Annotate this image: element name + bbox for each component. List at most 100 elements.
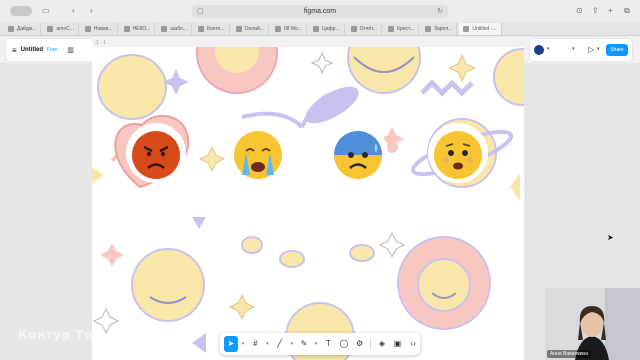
actions-tool-icon[interactable]: ⚙: [353, 336, 367, 352]
tab-label: шабл...: [170, 25, 187, 32]
tab-label: Дайдж...: [17, 25, 37, 32]
favicon-icon: [8, 25, 14, 32]
tab-5[interactable]: Конте...: [194, 22, 230, 35]
sparkle-icon: [100, 243, 124, 267]
tab-6[interactable]: Онлай...: [232, 22, 269, 35]
angry-face-emoji[interactable]: [132, 131, 180, 179]
tab-overview-icon[interactable]: ⧉: [624, 6, 630, 16]
comment-tool-icon[interactable]: ◯: [337, 336, 351, 352]
favicon-icon: [161, 25, 168, 32]
favicon-icon: [123, 25, 130, 32]
address-bar[interactable]: ▢ figma.com ↻: [192, 5, 448, 18]
chevron-down-icon[interactable]: ▾: [264, 336, 271, 352]
favicon-icon: [350, 25, 357, 32]
watermark: Контур Толк: [18, 328, 111, 342]
sun-face-sticker: [131, 248, 205, 322]
file-toolbar: ≡ Untitled Free ▥: [6, 39, 94, 61]
file-title[interactable]: Untitled: [21, 47, 43, 53]
page-icon: ▢: [197, 8, 204, 15]
move-tool-icon[interactable]: ➤: [224, 336, 238, 352]
favicon-icon: [47, 25, 54, 32]
tab-label: Цифр...: [322, 25, 340, 32]
hand-sticker: [241, 236, 263, 254]
back-icon[interactable]: ‹: [72, 6, 75, 16]
chevron-down-icon[interactable]: ▾: [597, 46, 600, 52]
star-icon: [198, 145, 226, 173]
tab-2[interactable]: Новая...: [81, 22, 118, 35]
tab-label: Конте...: [206, 25, 225, 32]
browser-titlebar: ▭ ‹ › ▢ figma.com ↻ ⊙ ⇪ + ⧉: [0, 0, 640, 22]
anxious-face-emoji[interactable]: [334, 131, 382, 179]
sparkle-icon: [310, 51, 334, 75]
sparkle-icon: [378, 231, 406, 259]
address-text: figma.com: [303, 8, 337, 15]
favicon-icon: [388, 25, 395, 32]
crying-face-emoji[interactable]: [234, 131, 282, 179]
tab-label: Новая...: [93, 25, 113, 32]
star-icon: [228, 293, 256, 321]
forward-icon[interactable]: ›: [90, 6, 93, 16]
pen-tool-icon[interactable]: ✎: [297, 336, 311, 352]
figma-menu-icon[interactable]: ≡: [12, 46, 17, 55]
tab-7[interactable]: 08 Мо...: [271, 22, 308, 35]
tab-9[interactable]: Отчёт...: [347, 22, 383, 35]
tab-1[interactable]: amoC...: [43, 22, 79, 35]
design-frame[interactable]: [92, 47, 524, 360]
download-icon[interactable]: ⊙: [576, 6, 583, 16]
line-tool-icon[interactable]: ╱: [273, 336, 287, 352]
chevron-down-icon[interactable]: ▾: [240, 336, 247, 352]
favicon-icon: [313, 25, 320, 32]
tab-11[interactable]: Зарпл...: [421, 22, 458, 35]
share-page-icon[interactable]: ⇪: [592, 6, 599, 16]
chevron-down-icon[interactable]: ▾: [288, 336, 295, 352]
tab-label: Зарпл...: [433, 25, 453, 32]
yellow-face-sticker: [97, 54, 167, 120]
tab-active[interactable]: Untitled -...: [459, 22, 502, 35]
figma-favicon-icon: [463, 25, 470, 32]
sidebar-toggle-icon[interactable]: [10, 6, 32, 16]
share-button[interactable]: Share: [606, 44, 628, 56]
hand-sticker: [349, 244, 375, 262]
tab-3[interactable]: НЕКО...: [120, 22, 156, 35]
striped-ball-sticker: [493, 48, 524, 106]
favicon-icon: [235, 25, 242, 32]
leaf-shape: [305, 86, 359, 124]
webcam-overlay: Анна Вавилкина: [545, 288, 640, 360]
mouse-cursor-icon: ➤: [607, 233, 614, 242]
star-icon: [510, 173, 520, 201]
code-icon[interactable]: ‹›: [406, 336, 420, 352]
present-icon[interactable]: ▷: [588, 45, 594, 54]
tab-8[interactable]: Цифр...: [309, 22, 345, 35]
reload-icon[interactable]: ↻: [437, 5, 443, 18]
text-tool-icon[interactable]: T: [322, 336, 336, 352]
participant-name: Анна Вавилкина: [547, 350, 592, 358]
avatar[interactable]: [534, 45, 544, 55]
new-tab-icon[interactable]: +: [608, 6, 613, 16]
tab-4[interactable]: шабл...: [157, 22, 192, 35]
tab-label: amoC...: [56, 25, 74, 32]
chevron-down-icon[interactable]: ▾: [572, 46, 575, 52]
worried-face-emoji[interactable]: [434, 131, 482, 179]
dev-mode-icon[interactable]: ▣: [391, 336, 405, 352]
zigzag-decoration: [420, 79, 474, 97]
sun-sticker: [347, 47, 421, 94]
plan-badge[interactable]: Free: [47, 47, 57, 53]
favicon-icon: [84, 25, 91, 32]
chevron-down-icon[interactable]: ▾: [313, 336, 320, 352]
tab-bar: Дайдж... amoC... Новая... НЕКО... шабл..…: [0, 22, 640, 36]
sidebar-icon[interactable]: ▭: [42, 6, 50, 16]
favicon-icon: [424, 25, 431, 32]
tab-0[interactable]: Дайдж...: [4, 22, 42, 35]
collab-toolbar: ▾ ▾ ▷ ▾ Share: [530, 39, 632, 61]
plugins-icon[interactable]: ◈: [375, 336, 389, 352]
frame-tool-icon[interactable]: #: [248, 336, 262, 352]
frame-label[interactable]: 1 - 1: [96, 40, 106, 46]
tab-10[interactable]: Крест...: [384, 22, 419, 35]
star-icon: [447, 53, 477, 83]
tab-label: Онлай...: [244, 25, 264, 32]
chevron-down-icon[interactable]: ▾: [547, 46, 550, 52]
toolbar-divider: [370, 338, 372, 350]
tab-label: 08 Мо...: [283, 25, 303, 32]
flower-sun-face: [417, 258, 471, 312]
layout-toggle-icon[interactable]: ▥: [67, 46, 74, 54]
